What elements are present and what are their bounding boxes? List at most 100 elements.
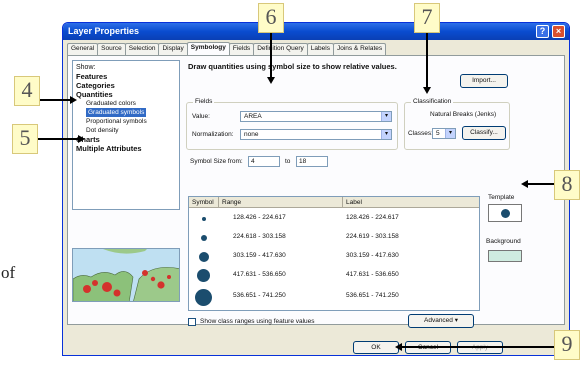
- callout-4-arrow: [40, 99, 70, 101]
- size-from-input[interactable]: 4: [248, 156, 280, 167]
- title-bar: Layer Properties ? ×: [63, 23, 569, 40]
- background-label: Background: [486, 238, 521, 245]
- table-row[interactable]: 224.618 - 303.158 224.619 - 303.158: [189, 229, 479, 247]
- template-symbol: [501, 209, 510, 218]
- show-item-dot-density[interactable]: Dot density: [76, 126, 176, 135]
- label-cell: 303.159 - 417.630: [346, 252, 399, 259]
- show-item-charts[interactable]: Charts: [76, 135, 176, 144]
- col-range[interactable]: Range: [219, 197, 343, 208]
- classes-value: 5: [436, 130, 440, 137]
- stray-text: of: [1, 263, 16, 282]
- show-item-quantities[interactable]: Quantities: [76, 90, 176, 99]
- callout-7: 7: [414, 3, 440, 33]
- classify-button[interactable]: Classify...: [462, 126, 506, 140]
- callout-6-arrow: [270, 33, 272, 77]
- tab-symbology[interactable]: Symbology: [186, 42, 230, 55]
- callout-4: 4: [14, 76, 40, 106]
- arrow-head-icon: [78, 135, 85, 143]
- range-cell: 417.631 - 536.650: [233, 271, 286, 278]
- size-to-input[interactable]: 18: [296, 156, 328, 167]
- template-symbol-button[interactable]: [488, 204, 522, 222]
- callout-8-arrow: [528, 183, 554, 185]
- table-row[interactable]: 128.426 - 224.617 128.426 - 224.617: [189, 210, 479, 228]
- classes-select[interactable]: 5 ▾: [432, 128, 456, 139]
- classes-label: Classes:: [408, 130, 433, 137]
- col-label[interactable]: Label: [343, 197, 481, 208]
- class-symbol: [199, 252, 209, 262]
- classification-group-label: Classification: [411, 98, 454, 105]
- symbology-heading: Draw quantities using symbol size to sho…: [188, 62, 397, 71]
- range-cell: 536.651 - 741.250: [233, 292, 286, 299]
- arrow-head-icon: [70, 96, 77, 104]
- tab-joins-relates[interactable]: Joins & Relates: [332, 43, 387, 55]
- callout-9-arrow: [402, 346, 554, 348]
- arrow-head-icon: [521, 180, 528, 188]
- callout-5: 5: [12, 124, 38, 154]
- tab-strip: General Source Selection Display Symbolo…: [67, 42, 565, 55]
- map-preview-image: [72, 248, 180, 302]
- ok-button[interactable]: OK: [353, 341, 399, 354]
- symbology-panel: Show: Features Categories Quantities Gra…: [67, 55, 565, 328]
- value-field-value: AREA: [244, 113, 262, 120]
- advanced-label: Advanced: [424, 317, 453, 324]
- show-item-categories[interactable]: Categories: [76, 81, 176, 90]
- tab-selection[interactable]: Selection: [124, 43, 160, 55]
- class-symbol: [201, 235, 207, 241]
- class-table: Symbol Range Label 128.426 - 224.617 128…: [188, 196, 480, 311]
- label-cell: 536.651 - 741.250: [346, 292, 399, 299]
- map-preview-graphic: [73, 249, 179, 301]
- tab-labels[interactable]: Labels: [306, 43, 334, 55]
- table-row[interactable]: 417.631 - 536.650 417.631 - 536.650: [189, 267, 479, 285]
- tab-source[interactable]: Source: [97, 43, 126, 55]
- table-row[interactable]: 303.159 - 417.630 303.159 - 417.630: [189, 248, 479, 266]
- tab-display[interactable]: Display: [158, 43, 188, 55]
- show-item-graduated-symbols[interactable]: Graduated symbols: [86, 108, 147, 117]
- table-row[interactable]: 536.651 - 741.250 536.651 - 741.250: [189, 288, 479, 306]
- symbol-size-label: Symbol Size from:: [190, 158, 243, 165]
- classification-method: Natural Breaks (Jenks): [430, 111, 497, 118]
- show-header: Show:: [76, 64, 96, 71]
- show-item-features[interactable]: Features: [76, 72, 176, 81]
- import-button[interactable]: Import...: [460, 74, 508, 88]
- chevron-down-icon: ▾: [381, 112, 391, 121]
- callout-8: 8: [554, 170, 580, 200]
- table-header: Symbol Range Label: [189, 197, 479, 208]
- show-item-proportional-symbols[interactable]: Proportional symbols: [76, 117, 176, 126]
- background-swatch-button[interactable]: [488, 250, 522, 262]
- advanced-button[interactable]: Advanced ▾: [408, 314, 474, 328]
- layer-properties-dialog: Layer Properties ? × General Source Sele…: [62, 22, 570, 356]
- class-symbol: [202, 217, 206, 221]
- fields-group: Fields: [186, 98, 398, 150]
- close-button[interactable]: ×: [552, 25, 565, 38]
- show-item-multiple-attributes[interactable]: Multiple Attributes: [76, 144, 176, 153]
- arrow-head-icon: [395, 343, 402, 351]
- value-label: Value:: [192, 113, 210, 120]
- tab-definition-query[interactable]: Definition Query: [253, 43, 308, 55]
- chevron-down-icon: ▾: [445, 129, 455, 138]
- window-title: Layer Properties: [68, 26, 140, 36]
- show-ranges-checkbox[interactable]: [188, 318, 196, 326]
- range-cell: 303.159 - 417.630: [233, 252, 286, 259]
- tab-fields[interactable]: Fields: [228, 43, 255, 55]
- label-cell: 128.426 - 224.617: [346, 214, 399, 221]
- show-tree: Show: Features Categories Quantities Gra…: [72, 60, 180, 210]
- class-symbol: [195, 289, 212, 306]
- arrow-head-icon: [423, 87, 431, 94]
- label-cell: 417.631 - 536.650: [346, 271, 399, 278]
- normalization-select[interactable]: none ▾: [240, 129, 392, 140]
- size-to-label: to: [285, 158, 291, 165]
- show-ranges-label: Show class ranges using feature values: [200, 318, 315, 325]
- callout-9: 9: [554, 330, 580, 360]
- label-cell: 224.619 - 303.158: [346, 233, 399, 240]
- arrow-head-icon: [267, 77, 275, 84]
- normalization-value: none: [244, 131, 259, 138]
- range-cell: 128.426 - 224.617: [233, 214, 286, 221]
- value-field-select[interactable]: AREA ▾: [240, 111, 392, 122]
- show-item-graduated-colors[interactable]: Graduated colors: [76, 99, 176, 108]
- help-button[interactable]: ?: [536, 25, 549, 38]
- chevron-down-icon: ▾: [381, 130, 391, 139]
- tab-general[interactable]: General: [67, 43, 99, 55]
- callout-7-arrow: [426, 33, 428, 87]
- callout-5-arrow: [38, 138, 78, 140]
- col-symbol[interactable]: Symbol: [189, 197, 219, 208]
